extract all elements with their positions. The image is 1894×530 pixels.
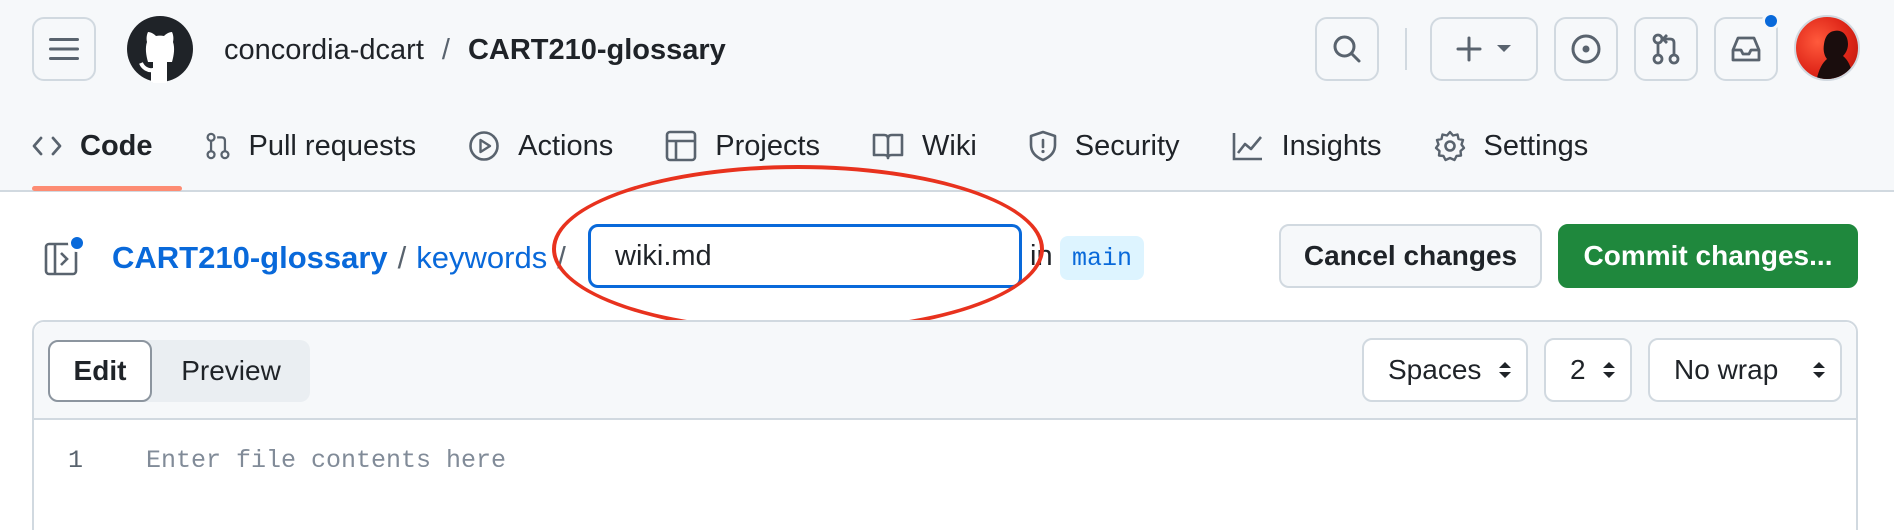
editor-toolbar: Edit Preview Spaces 2 No wrap [34,322,1856,420]
menu-icon [49,38,79,60]
active-tab-indicator [32,186,182,191]
chevron-down-icon [1497,45,1511,52]
wrap-mode-select[interactable]: No wrap [1648,338,1842,402]
line-number: 1 [68,446,84,475]
notification-dot [1762,12,1780,30]
edit-preview-toggle: Edit Preview [48,340,310,402]
indent-mode-select[interactable]: Spaces [1362,338,1528,402]
preview-tab[interactable]: Preview [152,340,310,402]
tab-security[interactable]: Security [1029,118,1180,174]
tab-insights-label: Insights [1281,129,1382,162]
path-repo-link[interactable]: CART210-glossary [112,240,388,276]
filename-input[interactable] [588,224,1022,288]
code-icon [32,134,62,158]
indent-size-value: 2 [1570,354,1586,385]
tab-actions-label: Actions [518,129,614,162]
edit-tab[interactable]: Edit [48,340,152,402]
tab-actions[interactable]: Actions [468,118,613,174]
tab-settings[interactable]: Settings [1434,118,1589,174]
breadcrumb-separator: / [441,33,450,66]
avatar-silhouette-icon [1816,30,1854,79]
tab-settings-label: Settings [1483,129,1589,162]
file-editor: Edit Preview Spaces 2 No wrap 1 Enter fi… [32,320,1858,530]
cancel-changes-button[interactable]: Cancel changes [1279,224,1542,288]
pull-request-icon [205,131,231,161]
tab-projects[interactable]: Projects [665,118,820,174]
book-icon [872,132,904,160]
path-separator: / [557,240,566,275]
file-path-breadcrumb: CART210-glossary / keywords / [112,236,576,280]
tab-pull-requests-label: Pull requests [248,129,417,162]
create-new-button[interactable] [1430,17,1538,81]
menu-button[interactable] [32,17,96,81]
commit-changes-button[interactable]: Commit changes... [1558,224,1858,288]
pull-requests-button[interactable] [1634,17,1698,81]
search-icon [1333,35,1361,63]
issue-icon [1571,34,1601,64]
github-logo-icon[interactable] [126,15,194,83]
search-button[interactable] [1315,17,1379,81]
tab-projects-label: Projects [715,129,821,162]
tab-wiki[interactable]: Wiki [872,118,977,174]
tab-insights[interactable]: Insights [1232,118,1382,174]
path-separator: / [397,240,407,275]
table-icon [665,130,697,162]
shield-icon [1029,130,1057,162]
repo-link[interactable]: CART210-glossary [468,34,726,67]
pull-request-icon [1652,33,1680,65]
user-avatar[interactable] [1794,15,1860,81]
path-dir-link[interactable]: keywords [416,240,547,276]
tab-code-label: Code [80,129,153,162]
indent-mode-value: Spaces [1388,354,1482,385]
select-arrows-icon [1812,361,1826,379]
play-icon [468,130,500,162]
file-contents-editor[interactable]: Enter file contents here [146,446,506,475]
branch-badge[interactable]: main [1060,236,1145,280]
in-branch-label: in [1030,240,1053,272]
gear-icon [1434,130,1466,162]
tab-wiki-label: Wiki [922,129,977,162]
app-header: concordia-dcart / CART210-glossary Code … [0,0,1894,192]
repo-tabs: Code Pull requests Actions Projects Wiki [32,118,1640,174]
select-arrows-icon [1498,361,1512,379]
header-breadcrumb: concordia-dcart / CART210-glossary [224,30,726,70]
tab-security-label: Security [1074,129,1180,162]
plus-icon [1456,36,1482,62]
owner-link[interactable]: concordia-dcart [224,34,424,67]
indent-size-select[interactable]: 2 [1544,338,1632,402]
issues-button[interactable] [1554,17,1618,81]
tab-pull-requests[interactable]: Pull requests [205,118,417,174]
graph-icon [1232,131,1264,161]
header-divider [1405,28,1407,70]
select-arrows-icon [1602,361,1616,379]
inbox-icon [1731,36,1761,62]
tab-code[interactable]: Code [32,118,153,174]
file-tree-notification-dot [68,234,86,252]
wrap-mode-value: No wrap [1674,354,1779,385]
